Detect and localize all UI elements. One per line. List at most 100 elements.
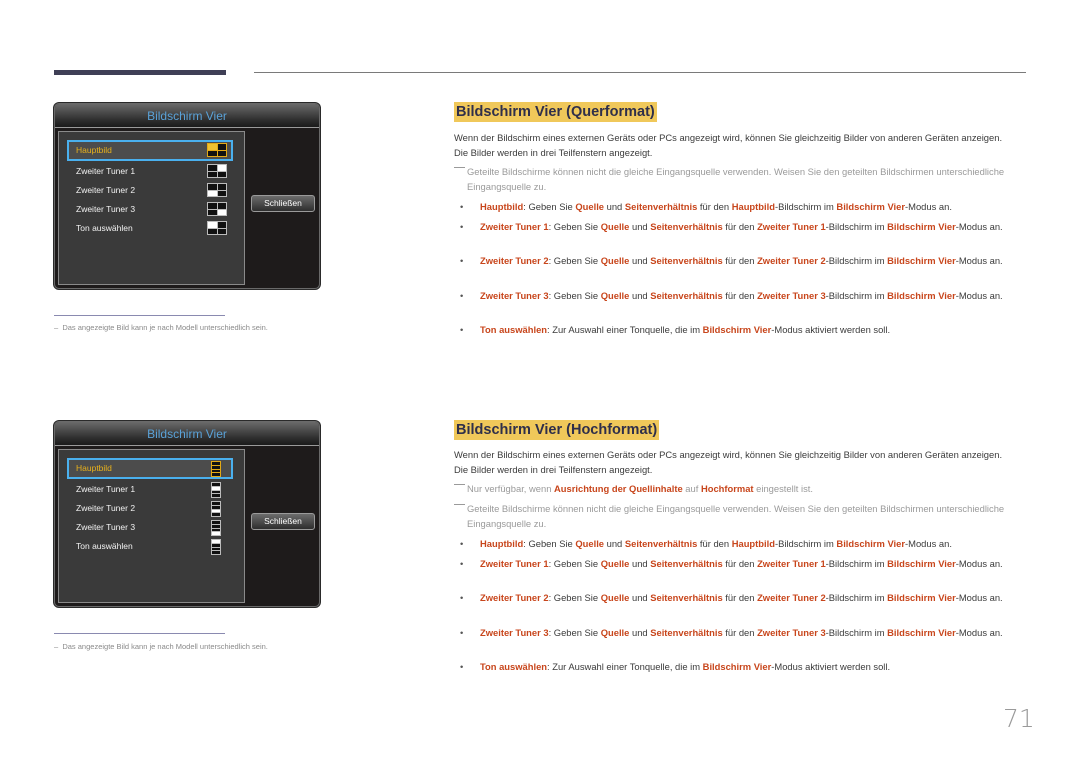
term: Quelle [600, 627, 630, 638]
osd-item-label: Zweiter Tuner 1 [76, 166, 136, 176]
bullet-item: • Ton auswählen: Zur Auswahl einer Tonque… [460, 660, 1016, 675]
term: Hauptbild [731, 201, 775, 212]
osd-item-zweiter-tuner-2[interactable]: Zweiter Tuner 2 [69, 180, 231, 200]
term: Bildschirm Vier [887, 221, 956, 232]
term: Seitenverhältnis [650, 221, 723, 232]
text: : Geben Sie [548, 592, 601, 603]
term: Zweiter Tuner 1 [480, 221, 549, 232]
text: und [629, 290, 651, 301]
footnote-text: Das angezeigte Bild kann je nach Modell … [62, 642, 268, 651]
text: und [629, 255, 651, 266]
osd-item-hauptbild[interactable]: Hauptbild [67, 140, 233, 161]
term: Zweiter Tuner 1 [757, 221, 826, 232]
osd-menu-list: Hauptbild Zweiter Tuner 1 Zweiter Tuner … [58, 131, 245, 285]
note: Nur verfügbar, wenn Ausrichtung der Quel… [454, 482, 1014, 497]
text: -Modus aktiviert werden soll. [771, 661, 891, 672]
stack-first-icon [211, 461, 221, 477]
intro-paragraph: Wenn der Bildschirm eines externen Gerät… [454, 132, 1003, 158]
note-text: Geteilte Bildschirme können nicht die gl… [467, 166, 1005, 192]
text: -Modus an. [955, 290, 1003, 301]
osd-item-label: Zweiter Tuner 3 [76, 522, 136, 532]
text: -Modus an. [905, 201, 952, 212]
footnote: – Das angezeigte Bild kann je nach Model… [54, 642, 268, 651]
term: Seitenverhältnis [650, 627, 723, 638]
text: für den [722, 558, 758, 569]
osd-item-label: Ton auswählen [76, 541, 133, 551]
text: -Modus an. [955, 592, 1003, 603]
stack-second-icon [211, 482, 221, 498]
term: Zweiter Tuner 1 [757, 558, 826, 569]
bullet-item: • Zweiter Tuner 2: Geben Sie Quelle und S… [460, 254, 1016, 269]
bullet-dot-icon: • [460, 324, 464, 335]
text: -Bildschirm im [825, 290, 888, 301]
note-dash-icon [454, 504, 465, 505]
term: Bildschirm Vier [887, 558, 956, 569]
osd-item-zweiter-tuner-1[interactable]: Zweiter Tuner 1 [69, 161, 231, 181]
bullet-dot-icon: • [460, 627, 464, 638]
text: und [629, 558, 651, 569]
term: Seitenverhältnis [650, 592, 723, 603]
bullet-dot-icon: • [460, 558, 464, 569]
footnote-rule [54, 315, 225, 316]
term: Zweiter Tuner 3 [480, 627, 549, 638]
osd-dialog-portrait: Bildschirm Vier Hauptbild Zweiter Tuner … [54, 421, 320, 607]
term: Ausrichtung der Quellinhalte [554, 483, 683, 494]
bullet-item: • Zweiter Tuner 1: Geben Sie Quelle und S… [460, 220, 1016, 235]
stack-first-icon [211, 539, 221, 555]
osd-item-zweiter-tuner-3[interactable]: Zweiter Tuner 3 [69, 517, 231, 537]
osd-item-label: Zweiter Tuner 2 [76, 185, 136, 195]
bullet-dot-icon: • [460, 290, 464, 301]
note-dash-icon [454, 167, 465, 168]
osd-item-zweiter-tuner-3[interactable]: Zweiter Tuner 3 [69, 199, 231, 219]
close-button[interactable]: Schließen [251, 513, 315, 530]
page-number: 71 [1003, 704, 1035, 733]
text: -Bildschirm im [825, 255, 888, 266]
term: Seitenverhältnis [650, 255, 723, 266]
osd-item-hauptbild[interactable]: Hauptbild [67, 458, 233, 479]
term: Zweiter Tuner 2 [757, 255, 826, 266]
text: : Geben Sie [523, 201, 576, 212]
osd-item-ton-auswaehlen[interactable]: Ton auswählen [69, 536, 231, 556]
stack-third-icon [211, 501, 221, 517]
text: auf [682, 483, 701, 494]
text: und [604, 201, 625, 212]
text: -Bildschirm im [825, 592, 888, 603]
bullet-item: • Zweiter Tuner 3: Geben Sie Quelle und S… [460, 289, 1016, 304]
bullet-item: • Zweiter Tuner 2: Geben Sie Quelle und S… [460, 591, 1016, 606]
quad-bottom-right-icon [207, 202, 227, 216]
bullet-dot-icon: • [460, 255, 464, 266]
text: : Geben Sie [548, 558, 601, 569]
osd-item-zweiter-tuner-1[interactable]: Zweiter Tuner 1 [69, 479, 231, 499]
term: Hochformat [700, 483, 754, 494]
bullet-item: • Zweiter Tuner 3: Geben Sie Quelle und S… [460, 626, 1016, 641]
term: Hauptbild [480, 538, 524, 549]
text: -Bildschirm im [825, 558, 888, 569]
text: : Geben Sie [548, 221, 601, 232]
text: -Bildschirm im [825, 627, 888, 638]
quad-top-right-icon [207, 164, 227, 178]
bullet-dot-icon: • [460, 221, 464, 232]
text: : Geben Sie [523, 538, 576, 549]
term: Zweiter Tuner 3 [757, 290, 826, 301]
close-button[interactable]: Schließen [251, 195, 315, 212]
bullet-dot-icon: • [460, 201, 464, 212]
term: Zweiter Tuner 2 [757, 592, 826, 603]
header-accent-bar [54, 70, 226, 75]
osd-item-zweiter-tuner-2[interactable]: Zweiter Tuner 2 [69, 498, 231, 518]
note: Geteilte Bildschirme können nicht die gl… [454, 165, 1014, 194]
text: für den [697, 538, 732, 549]
quad-top-left-icon [207, 221, 227, 235]
text: für den [697, 201, 732, 212]
text: -Modus an. [955, 558, 1003, 569]
footnote-dash: – [54, 323, 59, 332]
text: und [629, 627, 651, 638]
text: -Bildschirm im [774, 538, 837, 549]
bullet-dot-icon: • [460, 661, 464, 672]
term: Quelle [600, 221, 630, 232]
osd-title: Bildschirm Vier [55, 422, 319, 446]
osd-item-ton-auswaehlen[interactable]: Ton auswählen [69, 218, 231, 238]
text: -Modus an. [955, 627, 1003, 638]
term: Hauptbild [731, 538, 775, 549]
term: Quelle [600, 255, 630, 266]
term: Quelle [600, 290, 630, 301]
